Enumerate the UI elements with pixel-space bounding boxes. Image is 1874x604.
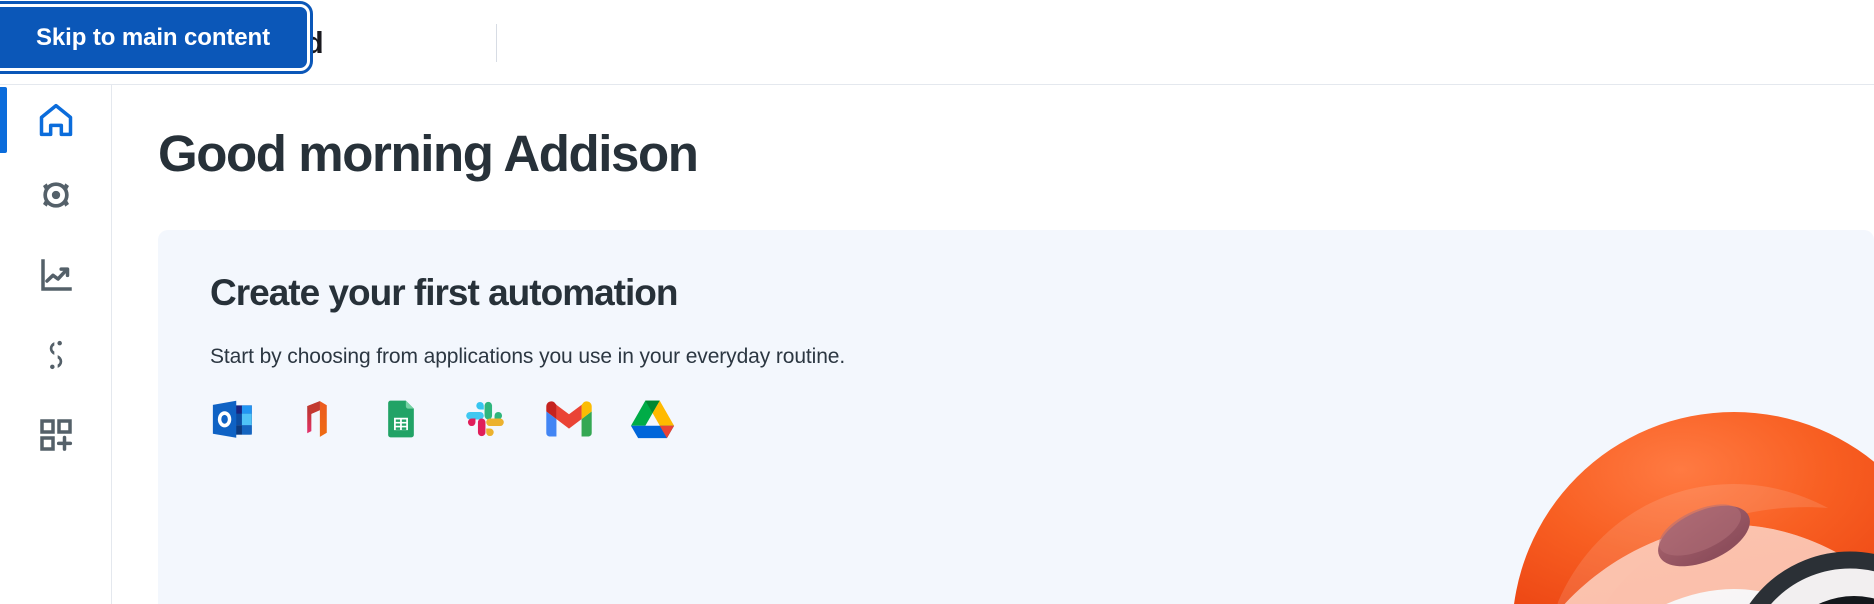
app-icon-slack[interactable]: [460, 394, 510, 444]
sidebar-item-uipath[interactable]: [0, 315, 112, 395]
slack-icon: [466, 401, 504, 437]
card-title: Create your first automation: [210, 272, 678, 313]
microsoft-office-icon: [307, 401, 327, 437]
skip-to-main-content-link[interactable]: Skip to main content: [0, 1, 313, 74]
robot-icon: [43, 182, 69, 208]
main-content: Good morning Addison Create your first a…: [113, 86, 1874, 604]
app-icon-gmail[interactable]: [544, 394, 594, 444]
apps-grid-plus-icon: [40, 419, 73, 451]
app-icon-outlook[interactable]: [208, 394, 258, 444]
app-icon-google-drive[interactable]: [628, 394, 678, 444]
sidebar-item-automations[interactable]: [0, 155, 112, 235]
active-indicator-bar: [0, 322, 7, 388]
gmail-icon: [546, 401, 592, 437]
sidebar-item-insights[interactable]: [0, 235, 112, 315]
active-indicator-bar: [0, 162, 7, 228]
page-title: Good morning Addison: [158, 125, 699, 182]
active-indicator-bar: [0, 402, 7, 468]
app-picker-row: [208, 394, 678, 444]
active-indicator-bar: [0, 242, 7, 308]
outlook-icon: [212, 400, 252, 438]
header-divider: [496, 24, 497, 62]
robot-mascot-illustration: [1514, 412, 1874, 604]
google-drive-icon: [630, 400, 675, 439]
app-root: mation Cloud Skip to main content: [0, 0, 1874, 604]
sidebar-item-home[interactable]: [0, 85, 112, 155]
sidebar-item-apps[interactable]: [0, 395, 112, 475]
google-sheets-icon: [388, 400, 414, 438]
app-icon-google-sheets[interactable]: [376, 394, 426, 444]
card-subtitle: Start by choosing from applications you …: [210, 345, 846, 368]
chart-line-icon: [41, 259, 72, 291]
create-first-automation-card: Create your first automation Start by ch…: [158, 230, 1874, 604]
home-icon: [39, 103, 73, 137]
app-icon-office[interactable]: [292, 394, 342, 444]
uipath-logo-icon: [49, 340, 63, 370]
left-sidebar: [0, 85, 112, 604]
active-indicator-bar: [0, 87, 7, 153]
